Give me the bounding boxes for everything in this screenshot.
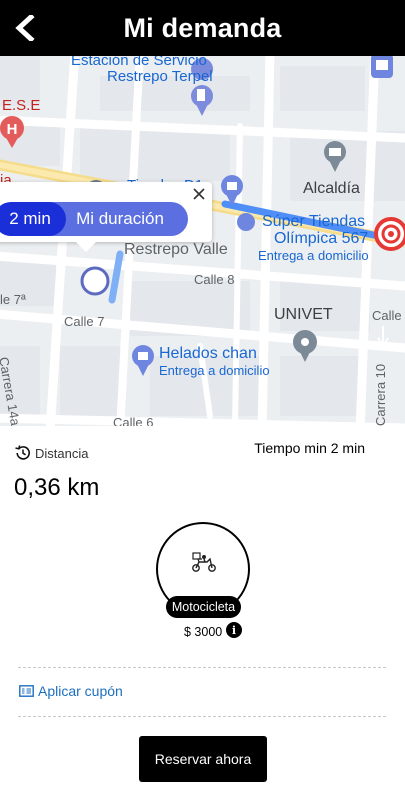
svg-text:H: H — [7, 121, 18, 138]
app-header: Mi demanda — [0, 0, 405, 56]
distance-value: 0,36 km — [14, 474, 100, 501]
coupon-icon — [19, 685, 34, 697]
duration-pill: 2 min Mi duración — [0, 202, 188, 236]
vehicle-name-badge: Motocicleta — [166, 596, 241, 618]
map-label-calle-7: Calle 7 — [64, 314, 105, 329]
map-label-calle-6: Calle 6 — [113, 415, 154, 426]
duration-label: Mi duración — [76, 209, 164, 228]
map-label-restrepo-valle: Restrepo Valle — [124, 241, 228, 258]
map-label-helados: Helados chan — [159, 345, 257, 362]
map-label-olimpica-2: Olímpica 567 — [274, 230, 369, 247]
vehicle-price: $ 3000 — [184, 625, 223, 639]
map-label-station-2: Restrepo Terpel — [107, 68, 213, 85]
history-icon — [15, 445, 30, 460]
page-title: Mi demanda — [123, 13, 282, 43]
map-label-univet: UNIVET — [274, 306, 333, 323]
reserve-now-button[interactable]: Reservar ahora — [139, 736, 267, 782]
info-icon[interactable]: i — [226, 622, 242, 638]
map-label-alcaldia: Alcaldía — [303, 180, 360, 197]
map-label-helados-sub: Entrega a domicilio — [159, 363, 270, 378]
divider-top — [18, 667, 386, 668]
map-label-calle-7a: le 7ª — [0, 292, 26, 307]
duration-time: 2 min — [0, 202, 66, 236]
motorcycle-delivery-icon — [192, 552, 216, 572]
close-icon[interactable] — [192, 187, 206, 201]
map-label-station-1: Estación de Servicio — [71, 56, 207, 69]
map-label-calle-8: Calle 8 — [194, 272, 235, 287]
apply-coupon-label: Aplicar cupón — [38, 683, 123, 699]
origin-marker — [80, 266, 110, 296]
map-label-calle-edge: Calle — [372, 308, 402, 323]
route-duration-popup[interactable]: 2 min Mi duración — [0, 182, 212, 252]
store-pin — [371, 56, 393, 78]
divider-bottom — [18, 716, 386, 717]
olimpica-pin — [237, 213, 255, 231]
distance-row: Distancia — [14, 444, 88, 462]
map-label-olimpica-sub: Entrega a domicilio — [258, 248, 369, 263]
map-label-carrera-10: Carrera 10 — [373, 363, 388, 426]
apply-coupon-link[interactable]: Aplicar cupón — [19, 683, 123, 699]
min-time-text: Tiempo min 2 min — [254, 440, 365, 456]
route-map[interactable]: H Estación de Servicio Restrepo Terpel E… — [0, 56, 405, 426]
map-label-olimpica-1: Súper Tiendas — [262, 213, 366, 230]
distance-label: Distancia — [35, 445, 89, 461]
map-label-hospital: E.S.E — [2, 97, 41, 114]
